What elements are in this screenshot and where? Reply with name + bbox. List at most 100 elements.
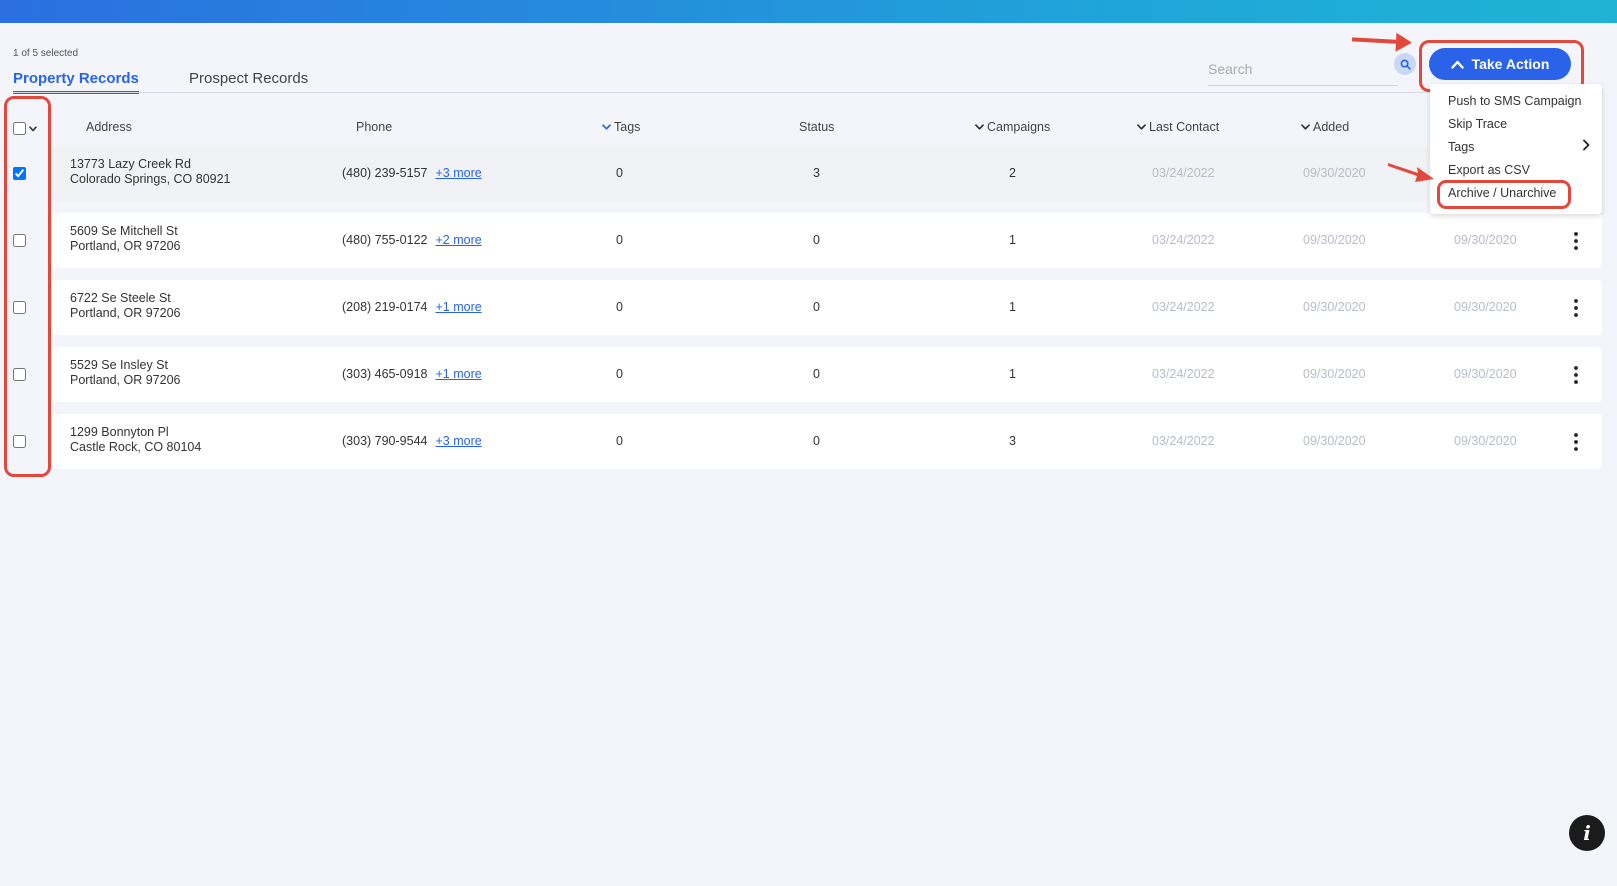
status-value: 0 bbox=[813, 434, 820, 448]
address-line-1: 5529 Se Insley St bbox=[70, 358, 168, 372]
address-line-2: Portland, OR 97206 bbox=[70, 239, 181, 253]
address-cell: 1299 Bonnyton Pl Castle Rock, CO 80104 bbox=[70, 425, 201, 455]
phone-cell: (480) 755-0122 +2 more bbox=[342, 233, 482, 247]
extra-date: 09/30/2020 bbox=[1454, 367, 1517, 381]
row-checkbox[interactable] bbox=[13, 435, 26, 448]
row-checkbox[interactable] bbox=[13, 167, 26, 180]
phone-cell: (303) 790-9544 +3 more bbox=[342, 434, 482, 448]
column-header-campaigns[interactable]: Campaigns bbox=[975, 120, 1050, 134]
status-value: 3 bbox=[813, 166, 820, 180]
menu-item-export-csv[interactable]: Export as CSV bbox=[1448, 163, 1530, 177]
select-all-checkbox[interactable] bbox=[13, 122, 26, 135]
column-header-label: Tags bbox=[614, 120, 641, 134]
phone-number: (480) 755-0122 bbox=[342, 233, 428, 247]
table-row[interactable]: 6722 Se Steele St Portland, OR 97206 (20… bbox=[52, 280, 1602, 335]
tab-property-records[interactable]: Property Records bbox=[13, 70, 139, 94]
campaigns-count: 1 bbox=[1009, 300, 1016, 314]
column-header-label: Last Contact bbox=[1149, 120, 1220, 134]
phone-cell: (480) 239-5157 +3 more bbox=[342, 166, 482, 180]
take-action-button[interactable]: Take Action bbox=[1429, 48, 1571, 80]
last-contact-date: 03/24/2022 bbox=[1152, 300, 1215, 314]
kebab-icon[interactable] bbox=[1570, 298, 1582, 318]
search-box bbox=[1208, 52, 1418, 86]
column-header-phone[interactable]: Phone bbox=[356, 120, 392, 134]
column-header-last-contact[interactable]: Last Contact bbox=[1137, 120, 1219, 134]
added-date: 09/30/2020 bbox=[1303, 166, 1366, 180]
menu-item-archive-unarchive[interactable]: Archive / Unarchive bbox=[1448, 186, 1556, 200]
campaigns-count: 1 bbox=[1009, 233, 1016, 247]
extra-date: 09/30/2020 bbox=[1454, 300, 1517, 314]
row-checkbox[interactable] bbox=[13, 234, 26, 247]
more-phones-link[interactable]: +1 more bbox=[435, 300, 481, 314]
address-cell: 13773 Lazy Creek Rd Colorado Springs, CO… bbox=[70, 157, 231, 187]
top-gradient-bar bbox=[0, 0, 1617, 23]
more-phones-link[interactable]: +2 more bbox=[435, 233, 481, 247]
phone-number: (303) 465-0918 bbox=[342, 367, 428, 381]
phone-number: (480) 239-5157 bbox=[342, 166, 428, 180]
tags-count: 0 bbox=[616, 434, 623, 448]
status-value: 0 bbox=[813, 367, 820, 381]
info-icon[interactable]: i bbox=[1569, 815, 1605, 851]
address-line-2: Portland, OR 97206 bbox=[70, 306, 181, 320]
kebab-icon[interactable] bbox=[1570, 365, 1582, 385]
address-line-2: Portland, OR 97206 bbox=[70, 373, 181, 387]
menu-item-tags[interactable]: Tags bbox=[1448, 140, 1474, 154]
chevron-down-icon[interactable] bbox=[29, 125, 37, 132]
tags-count: 0 bbox=[616, 300, 623, 314]
column-header-label: Campaigns bbox=[987, 120, 1051, 134]
address-cell: 5529 Se Insley St Portland, OR 97206 bbox=[70, 358, 181, 388]
tags-count: 0 bbox=[616, 367, 623, 381]
kebab-icon[interactable] bbox=[1570, 231, 1582, 251]
added-date: 09/30/2020 bbox=[1303, 300, 1366, 314]
address-cell: 6722 Se Steele St Portland, OR 97206 bbox=[70, 291, 181, 321]
table-row[interactable]: 13773 Lazy Creek Rd Colorado Springs, CO… bbox=[52, 146, 1602, 201]
extra-date: 09/30/2020 bbox=[1454, 434, 1517, 448]
table-row[interactable]: 5609 Se Mitchell St Portland, OR 97206 (… bbox=[52, 213, 1602, 268]
address-line-2: Colorado Springs, CO 80921 bbox=[70, 172, 231, 186]
search-input[interactable] bbox=[1208, 52, 1398, 86]
last-contact-date: 03/24/2022 bbox=[1152, 166, 1215, 180]
column-header-status[interactable]: Status bbox=[799, 120, 834, 134]
status-value: 0 bbox=[813, 233, 820, 247]
checkbox-column-highlight bbox=[4, 96, 51, 477]
more-phones-link[interactable]: +1 more bbox=[435, 367, 481, 381]
menu-item-push-sms[interactable]: Push to SMS Campaign bbox=[1448, 94, 1581, 108]
chevron-up-icon bbox=[1450, 60, 1464, 69]
table-header: Address Phone Tags Status Campaigns Last… bbox=[0, 112, 1617, 140]
table-row[interactable]: 5529 Se Insley St Portland, OR 97206 (30… bbox=[52, 347, 1602, 402]
added-date: 09/30/2020 bbox=[1303, 367, 1366, 381]
chevron-down-icon bbox=[1137, 124, 1146, 130]
column-header-label: Phone bbox=[356, 120, 393, 134]
added-date: 09/30/2020 bbox=[1303, 434, 1366, 448]
column-header-added[interactable]: Added bbox=[1301, 120, 1349, 134]
search-button[interactable] bbox=[1394, 53, 1416, 75]
row-checkbox[interactable] bbox=[13, 368, 26, 381]
menu-item-skip-trace[interactable]: Skip Trace bbox=[1448, 117, 1507, 131]
more-phones-link[interactable]: +3 more bbox=[435, 434, 481, 448]
row-checkbox[interactable] bbox=[13, 301, 26, 314]
address-cell: 5609 Se Mitchell St Portland, OR 97206 bbox=[70, 224, 181, 254]
take-action-menu: Push to SMS Campaign Skip Trace Tags Exp… bbox=[1430, 84, 1602, 214]
more-phones-link[interactable]: +3 more bbox=[435, 166, 481, 180]
campaigns-count: 2 bbox=[1009, 166, 1016, 180]
phone-cell: (208) 219-0174 +1 more bbox=[342, 300, 482, 314]
selection-count: 1 of 5 selected bbox=[13, 48, 79, 59]
kebab-icon[interactable] bbox=[1570, 432, 1582, 452]
chevron-down-icon bbox=[602, 124, 611, 130]
campaigns-count: 1 bbox=[1009, 367, 1016, 381]
phone-cell: (303) 465-0918 +1 more bbox=[342, 367, 482, 381]
column-header-label: Added bbox=[1313, 120, 1350, 134]
tags-count: 0 bbox=[616, 166, 623, 180]
column-header-tags[interactable]: Tags bbox=[602, 120, 640, 134]
address-line-1: 6722 Se Steele St bbox=[70, 291, 171, 305]
column-header-address[interactable]: Address bbox=[86, 120, 132, 134]
address-line-1: 5609 Se Mitchell St bbox=[70, 224, 178, 238]
chevron-right-icon bbox=[1583, 139, 1590, 151]
extra-date: 09/30/2020 bbox=[1454, 233, 1517, 247]
tab-prospect-records[interactable]: Prospect Records bbox=[189, 70, 308, 91]
column-header-label: Status bbox=[799, 120, 835, 134]
select-all-control[interactable] bbox=[13, 122, 37, 135]
campaigns-count: 3 bbox=[1009, 434, 1016, 448]
chevron-down-icon bbox=[1301, 124, 1310, 130]
table-row[interactable]: 1299 Bonnyton Pl Castle Rock, CO 80104 (… bbox=[52, 414, 1602, 469]
